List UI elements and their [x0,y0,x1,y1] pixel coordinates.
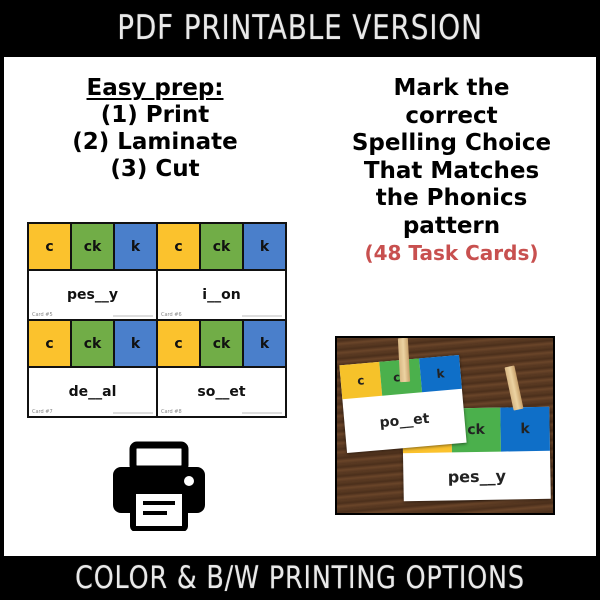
clothespin [397,338,411,383]
choice-k: k [419,354,462,393]
choice-c: c [158,321,199,366]
choice-k: k [113,224,156,269]
card-credit [113,412,153,414]
prep-step-1: (1) Print [100,102,210,128]
printer-icon [113,441,205,531]
description-line: correct [405,102,498,129]
clothespin [504,365,524,411]
choice-k: k [500,406,550,452]
choice-c: c [29,224,70,269]
choice-ck: ck [70,224,113,269]
task-card-count: (48 Task Cards) [364,241,539,265]
description-line: Spelling Choice [351,130,552,156]
choice-k: k [113,321,156,366]
description-line: Mark the [393,75,510,101]
card-word: pes__y [67,287,118,303]
card-word: pes__y [447,465,507,487]
prep-step-2: (2) Laminate [72,129,238,155]
card-number: Card #5 [32,312,53,318]
footer-banner: COLOR & B/W PRINTING OPTIONS [75,560,525,596]
content-panel: Easy prep: (1) Print (2) Laminate (3) Cu… [4,57,596,556]
task-card-sheet: c ck k pes__y Card #5 c ck k i__on Card … [27,222,287,418]
card-word: so__et [197,384,246,400]
card-number: Card #8 [161,409,182,415]
card-credit [113,315,153,317]
task-card: c ck k pes__y Card #5 [29,224,156,319]
task-card: c ck k so__et Card #8 [158,321,285,416]
card-number: Card #6 [161,312,182,318]
activity-description: Mark the correct Spelling Choice That Ma… [309,75,594,268]
prep-step-3: (3) Cut [110,156,200,182]
description-line: That Matches [363,157,540,184]
card-credit [242,315,282,317]
card-number: Card #7 [32,409,53,415]
choice-ck: ck [199,321,242,366]
description-line: pattern [402,212,501,239]
prep-heading: Easy prep: [86,75,224,101]
task-cards-photo: ck k pes__y c ck k po__et [335,336,555,515]
task-card: c ck k i__on Card #6 [158,224,285,319]
card-word: de__al [68,384,117,400]
card-word: po__et [378,410,430,432]
choice-ck: ck [199,224,242,269]
card-word: i__on [202,287,241,303]
choice-k: k [242,321,285,366]
prep-instructions: Easy prep: (1) Print (2) Laminate (3) Cu… [4,75,306,183]
header-banner: PDF PRINTABLE VERSION [117,8,483,48]
description-line: the Phonics [375,185,528,211]
choice-ck: ck [70,321,113,366]
card-credit [242,412,282,414]
task-card: c ck k de__al Card #7 [29,321,156,416]
choice-c: c [339,361,383,400]
choice-c: c [158,224,199,269]
choice-k: k [242,224,285,269]
choice-c: c [29,321,70,366]
